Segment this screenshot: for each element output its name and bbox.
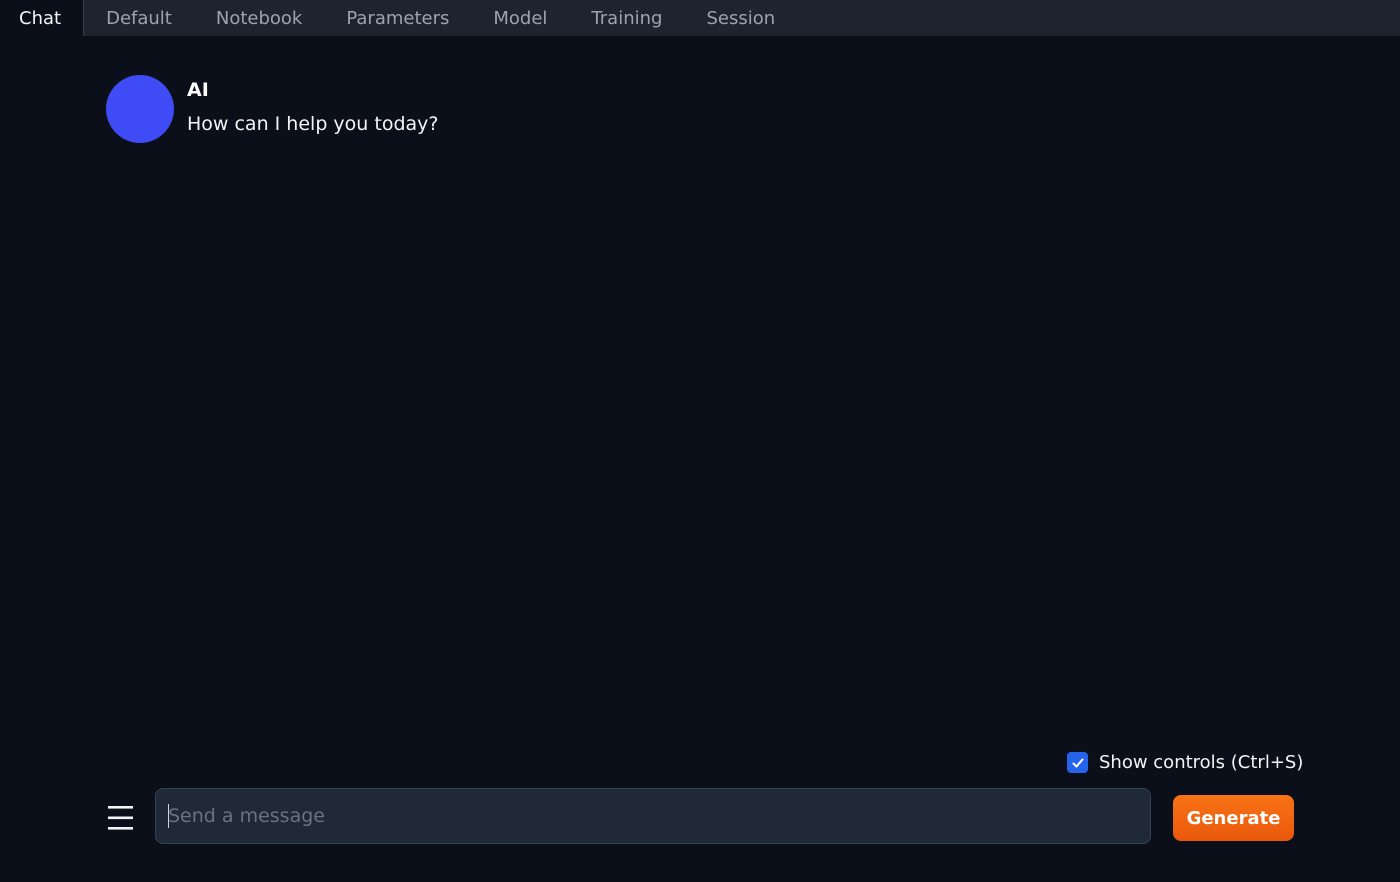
chat-message: AI How can I help you today?: [106, 75, 438, 143]
tab-session[interactable]: Session: [684, 0, 797, 36]
generate-button[interactable]: Generate: [1173, 795, 1294, 841]
show-controls-checkbox[interactable]: [1067, 752, 1088, 773]
tab-parameters[interactable]: Parameters: [324, 0, 471, 36]
show-controls-toggle[interactable]: Show controls (Ctrl+S): [1067, 752, 1303, 773]
tab-notebook[interactable]: Notebook: [194, 0, 324, 36]
checkmark-icon: [1072, 758, 1083, 767]
message-input[interactable]: [155, 788, 1151, 844]
avatar: [106, 75, 174, 143]
tab-default[interactable]: Default: [84, 0, 194, 36]
app-window: Chat Default Notebook Parameters Model T…: [0, 0, 1400, 882]
show-controls-label: Show controls (Ctrl+S): [1099, 752, 1304, 773]
tab-training[interactable]: Training: [569, 0, 684, 36]
hamburger-menu-icon: [108, 806, 133, 830]
tab-chat[interactable]: Chat: [0, 0, 85, 36]
text-caret: [168, 804, 169, 828]
tab-model[interactable]: Model: [471, 0, 569, 36]
message-body: AI How can I help you today?: [187, 78, 438, 136]
hamburger-menu-button[interactable]: [107, 803, 135, 833]
message-author: AI: [187, 79, 209, 101]
tab-bar: Chat Default Notebook Parameters Model T…: [0, 0, 1400, 36]
message-text: How can I help you today?: [187, 113, 439, 135]
